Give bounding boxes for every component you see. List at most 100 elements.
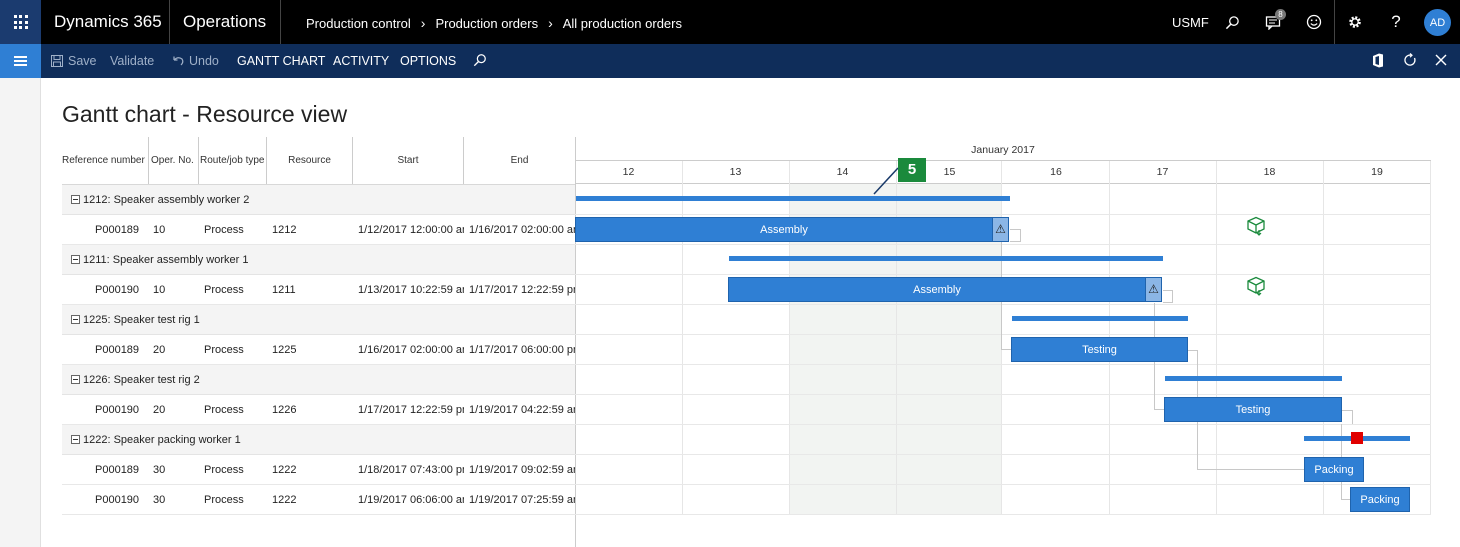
- column-header-start[interactable]: Start: [353, 137, 464, 184]
- save-button[interactable]: Save: [51, 54, 97, 68]
- cell-end: 1/19/2017 07:25:59 am: [469, 494, 575, 506]
- gantt-row-divider: [575, 424, 1431, 425]
- summary-bar[interactable]: [1012, 316, 1188, 321]
- cell-resource: 1226: [272, 404, 297, 416]
- breadcrumb: Production control › Production orders ›…: [306, 15, 682, 31]
- warning-icon[interactable]: ⚠: [1145, 277, 1162, 302]
- cell-oper-no: 10: [153, 224, 166, 236]
- action-pane: Save Validate Undo GANTT CHART ACTIVITY …: [0, 44, 1460, 78]
- column-header-oper-no[interactable]: Oper. No.: [149, 137, 199, 184]
- refresh-button[interactable]: [1403, 53, 1417, 70]
- cell-end: 1/19/2017 04:22:59 am: [469, 404, 575, 416]
- task-bar[interactable]: Packing: [1350, 487, 1410, 512]
- collapse-icon[interactable]: [71, 195, 80, 204]
- task-bar[interactable]: Testing: [1011, 337, 1188, 362]
- summary-bar[interactable]: [729, 256, 1163, 261]
- activity-menu[interactable]: ACTIVITY: [333, 54, 389, 68]
- settings-button[interactable]: [1337, 0, 1373, 44]
- search-button[interactable]: [1214, 0, 1250, 44]
- group-row[interactable]: 1212: Speaker assembly worker 2: [62, 185, 575, 215]
- group-label: 1226: Speaker test rig 2: [83, 373, 200, 386]
- breadcrumb-item-production-control[interactable]: Production control: [306, 16, 411, 31]
- smiley-icon: [1306, 14, 1322, 30]
- column-header-reference-number[interactable]: Reference number: [62, 137, 149, 184]
- collapse-icon[interactable]: [71, 435, 80, 444]
- table-row[interactable]: P000189 30 Process 1222 1/18/2017 07:43:…: [62, 455, 575, 485]
- collapse-icon[interactable]: [71, 255, 80, 264]
- group-row[interactable]: 1222: Speaker packing worker 1: [62, 425, 575, 455]
- collapse-icon[interactable]: [71, 375, 80, 384]
- column-header-resource[interactable]: Resource: [267, 137, 353, 184]
- cell-route-type: Process: [204, 494, 244, 506]
- cell-route-type: Process: [204, 404, 244, 416]
- close-button[interactable]: [1435, 53, 1447, 69]
- cell-start: 1/17/2017 12:22:59 pm: [358, 404, 464, 416]
- app-name[interactable]: Dynamics 365: [54, 12, 162, 32]
- group-row[interactable]: 1211: Speaker assembly worker 1: [62, 245, 575, 275]
- user-avatar[interactable]: AD: [1424, 9, 1451, 36]
- cell-reference: P000189: [95, 224, 140, 236]
- cell-end: 1/19/2017 09:02:59 am: [469, 464, 575, 476]
- search-icon: [1225, 15, 1239, 29]
- task-bar[interactable]: Packing: [1304, 457, 1364, 482]
- table-row[interactable]: P000189 20 Process 1225 1/16/2017 02:00:…: [62, 335, 575, 365]
- cell-reference: P000189: [95, 464, 140, 476]
- undo-button[interactable]: Undo: [172, 54, 219, 68]
- feedback-button[interactable]: [1296, 0, 1332, 44]
- column-header-route-job-type[interactable]: Route/job type: [199, 137, 267, 184]
- navigation-menu-button[interactable]: [0, 44, 41, 78]
- cell-route-type: Process: [204, 224, 244, 236]
- cell-reference: P000190: [95, 284, 140, 296]
- cell-reference: P000190: [95, 494, 140, 506]
- cell-resource: 1212: [272, 224, 297, 236]
- package-delivery-icon[interactable]: [1246, 216, 1266, 236]
- table-row[interactable]: P000190 20 Process 1226 1/17/2017 12:22:…: [62, 395, 575, 425]
- group-label: 1225: Speaker test rig 1: [83, 313, 200, 326]
- package-delivery-icon[interactable]: [1246, 276, 1266, 296]
- summary-bar[interactable]: [1165, 376, 1342, 381]
- company-picker[interactable]: USMF: [1172, 15, 1209, 30]
- page-title: Gantt chart - Resource view: [62, 101, 348, 127]
- module-name[interactable]: Operations: [183, 12, 266, 32]
- cell-route-type: Process: [204, 464, 244, 476]
- validate-button[interactable]: Validate: [110, 54, 154, 68]
- warning-icon[interactable]: ⚠: [992, 217, 1009, 242]
- conflict-marker[interactable]: [1351, 432, 1363, 444]
- table-row[interactable]: P000189 10 Process 1212 1/12/2017 12:00:…: [62, 215, 575, 245]
- action-search-button[interactable]: [473, 53, 487, 70]
- task-bar[interactable]: Assembly: [575, 217, 993, 242]
- cell-oper-no: 20: [153, 344, 166, 356]
- cell-reference: P000189: [95, 344, 140, 356]
- cell-oper-no: 30: [153, 494, 166, 506]
- task-bar[interactable]: Assembly: [728, 277, 1146, 302]
- gear-icon: [1349, 16, 1361, 28]
- dependency-connector: [1163, 290, 1173, 303]
- dependency-connector: [1342, 410, 1353, 424]
- breadcrumb-item-production-orders[interactable]: Production orders: [435, 16, 538, 31]
- cell-route-type: Process: [204, 344, 244, 356]
- breadcrumb-item-all-production-orders[interactable]: All production orders: [563, 16, 682, 31]
- column-header-end[interactable]: End: [464, 137, 575, 184]
- group-row[interactable]: 1226: Speaker test rig 2: [62, 365, 575, 395]
- gantt-row-divider: [575, 514, 1431, 515]
- notifications-button[interactable]: 8: [1255, 0, 1291, 44]
- group-label: 1222: Speaker packing worker 1: [83, 433, 241, 446]
- office-button[interactable]: [1372, 53, 1384, 71]
- summary-bar[interactable]: [576, 196, 1010, 201]
- help-button[interactable]: ?: [1378, 0, 1414, 44]
- cell-end: 1/17/2017 06:00:00 pm: [469, 344, 575, 356]
- task-bar[interactable]: Testing: [1164, 397, 1342, 422]
- app-launcher-button[interactable]: [0, 0, 41, 44]
- group-row[interactable]: 1225: Speaker test rig 1: [62, 305, 575, 335]
- gantt-month-header: January 2017: [575, 137, 1431, 161]
- gantt-chart-menu[interactable]: GANTT CHART: [237, 54, 325, 68]
- cell-start: 1/16/2017 02:00:00 am: [358, 344, 464, 356]
- refresh-icon: [1404, 53, 1416, 66]
- cell-resource: 1222: [272, 494, 297, 506]
- options-menu[interactable]: OPTIONS: [400, 54, 456, 68]
- collapse-icon[interactable]: [71, 315, 80, 324]
- table-row[interactable]: P000190 10 Process 1211 1/13/2017 10:22:…: [62, 275, 575, 305]
- table-row[interactable]: P000190 30 Process 1222 1/19/2017 06:06:…: [62, 485, 575, 515]
- validate-label: Validate: [110, 54, 155, 68]
- gantt-row-divider: [575, 454, 1431, 455]
